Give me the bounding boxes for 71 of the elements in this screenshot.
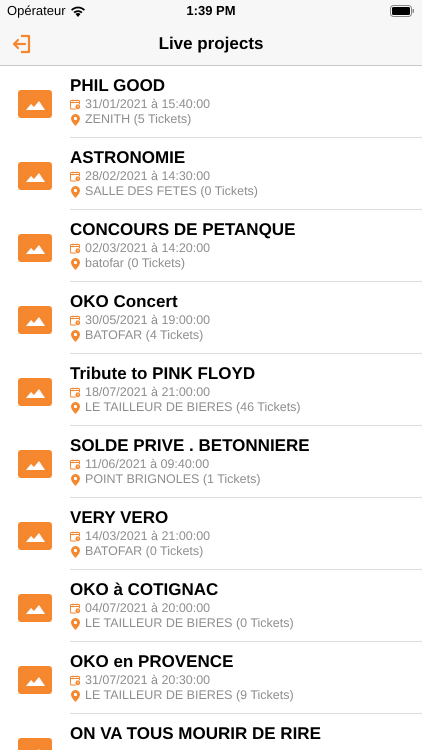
wifi-icon	[70, 5, 86, 17]
project-title: OKO en PROVENCE	[70, 652, 234, 672]
battery-icon	[390, 5, 415, 17]
calendar-clock-icon	[70, 171, 81, 182]
project-date: 02/03/2021 à 14:20:00	[85, 241, 210, 256]
location-pin-icon	[71, 690, 80, 702]
calendar-clock-icon	[70, 675, 81, 686]
project-title: Tribute to PINK FLOYD	[70, 364, 256, 384]
project-venue: BATOFAR (0 Tickets)	[85, 544, 204, 559]
carrier-name: Opérateur	[7, 2, 66, 20]
screen-title: Live projects	[158, 32, 264, 55]
project-row[interactable]: OKO Concert 30/05/2021 à 19:00:00 BATOFAR (4 Tickets)	[0, 282, 422, 354]
calendar-clock-icon	[70, 315, 81, 326]
project-venue: ZENITH (5 Tickets)	[85, 112, 192, 127]
calendar-clock-icon	[70, 531, 81, 542]
project-venue: LE TAILLEUR DE BIERES (0 Tickets)	[85, 616, 294, 631]
logout-icon	[11, 33, 33, 55]
project-row[interactable]: ON VA TOUS MOURIR DE RIRE	[0, 714, 422, 750]
location-pin-icon	[71, 330, 80, 342]
project-date: 04/07/2021 à 20:00:00	[85, 601, 210, 616]
project-venue: LE TAILLEUR DE BIERES (46 Tickets)	[85, 400, 301, 415]
project-title: OKO Concert	[70, 292, 179, 312]
image-placeholder-icon	[18, 90, 52, 118]
project-row[interactable]: OKO à COTIGNAC 04/07/2021 à 20:00:00 LE TAILLEUR DE BIERES (0 Tickets)	[0, 570, 422, 642]
project-row[interactable]: ASTRONOMIE 28/02/2021 à 14:30:00 SALLE DES FETES (0 Tickets)	[0, 138, 422, 210]
project-date: 18/07/2021 à 21:00:00	[85, 385, 210, 400]
location-pin-icon	[71, 474, 80, 486]
project-date: 28/02/2021 à 14:30:00	[85, 169, 210, 184]
project-row[interactable]: OKO en PROVENCE 31/07/2021 à 20:30:00 LE TAILLEUR DE BIERES (9 Tickets)	[0, 642, 422, 714]
project-date: 14/03/2021 à 21:00:00	[85, 529, 210, 544]
project-date: 31/01/2021 à 15:40:00	[85, 97, 210, 112]
project-date: 31/07/2021 à 20:30:00	[85, 673, 210, 688]
project-venue: batofar (0 Tickets)	[85, 256, 186, 271]
project-title: ASTRONOMIE	[70, 148, 186, 168]
project-row[interactable]: CONCOURS DE PETANQUE 02/03/2021 à 14:20:00 batofar (0 Tickets)	[0, 210, 422, 282]
location-pin-icon	[71, 258, 80, 270]
location-pin-icon	[71, 546, 80, 558]
location-pin-icon	[71, 186, 80, 198]
image-placeholder-icon	[18, 522, 52, 550]
project-title: SOLDE PRIVE . BETONNIERE	[70, 436, 311, 456]
project-row[interactable]: PHIL GOOD 31/01/2021 à 15:40:00 ZENITH (5 Tickets)	[0, 66, 422, 138]
project-venue: LE TAILLEUR DE BIERES (9 Tickets)	[85, 688, 294, 703]
status-time: 1:39 PM	[186, 2, 236, 20]
image-placeholder-icon	[18, 450, 52, 478]
image-placeholder-icon	[18, 378, 52, 406]
image-placeholder-icon	[18, 666, 52, 694]
location-pin-icon	[71, 618, 80, 630]
calendar-clock-icon	[70, 243, 81, 254]
calendar-clock-icon	[70, 459, 81, 470]
calendar-clock-icon	[70, 387, 81, 398]
project-venue: BATOFAR (4 Tickets)	[85, 328, 204, 343]
location-pin-icon	[71, 114, 80, 126]
image-placeholder-icon	[18, 594, 52, 622]
image-placeholder-icon	[18, 306, 52, 334]
project-date: 11/06/2021 à 09:40:00	[85, 457, 210, 472]
project-title: ON VA TOUS MOURIR DE RIRE	[70, 724, 322, 744]
project-date: 30/05/2021 à 19:00:00	[85, 313, 210, 328]
calendar-clock-icon	[70, 99, 81, 110]
project-title: OKO à COTIGNAC	[70, 580, 220, 600]
project-title: VERY VERO	[70, 508, 170, 528]
project-row[interactable]: Tribute to PINK FLOYD 18/07/2021 à 21:00:00 LE TAILLEUR DE BIERES (46 Tickets)	[0, 354, 422, 426]
project-title: CONCOURS DE PETANQUE	[70, 220, 296, 240]
image-placeholder-icon	[18, 162, 52, 190]
project-title: PHIL GOOD	[70, 76, 166, 96]
project-row[interactable]: VERY VERO 14/03/2021 à 21:00:00 BATOFAR (0 Tickets)	[0, 498, 422, 570]
project-venue: SALLE DES FETES (0 Tickets)	[85, 184, 258, 199]
project-venue: POINT BRIGNOLES (1 Tickets)	[85, 472, 261, 487]
location-pin-icon	[71, 402, 80, 414]
calendar-clock-icon	[70, 603, 81, 614]
project-row[interactable]: SOLDE PRIVE . BETONNIERE 11/06/2021 à 09:40:00 POINT BRIGNOLES (1 Tickets)	[0, 426, 422, 498]
image-placeholder-icon	[18, 234, 52, 262]
